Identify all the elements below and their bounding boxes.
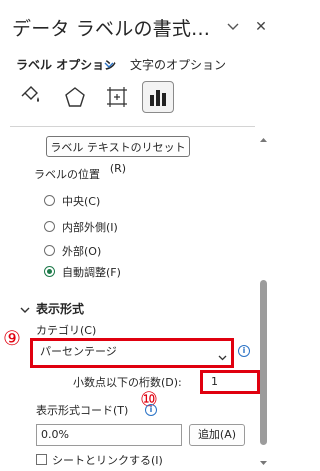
tab-label-options-chevron-icon[interactable] [104, 58, 114, 72]
radio-outside-end-label: 外部(O) [62, 245, 102, 258]
select-chevron-icon[interactable] [218, 350, 227, 364]
link-to-source-checkbox[interactable] [36, 454, 47, 465]
format-code-value: 0.0% [41, 428, 69, 441]
reset-label-text-button[interactable]: ラベル テキストのリセット(R) [46, 136, 190, 175]
format-code-input[interactable]: 0.0% [36, 424, 182, 446]
info-icon[interactable]: i [238, 345, 250, 357]
annotation-nine: ⑨ [3, 326, 21, 350]
separator [10, 126, 255, 127]
label-position-heading: ラベルの位置 [34, 168, 100, 181]
panel-title: データ ラベルの書式… [12, 18, 211, 40]
radio-inside-end-label: 内部外側(I) [62, 221, 118, 234]
size-properties-icon[interactable] [102, 82, 132, 112]
scroll-down-icon[interactable] [259, 455, 268, 469]
bar-chart-icon[interactable] [142, 81, 174, 113]
category-select[interactable]: パーセンテージ [36, 341, 232, 365]
radio-inside-end[interactable] [44, 221, 55, 232]
radio-best-fit-label: 自動調整(F) [62, 266, 121, 279]
decimal-places-value: 1 [211, 375, 218, 388]
scroll-up-icon[interactable] [259, 132, 268, 146]
decimal-places-label: 小数点以下の桁数(D): [73, 376, 182, 389]
fill-line-icon[interactable] [16, 82, 46, 112]
effects-pentagon-icon[interactable] [60, 82, 90, 112]
add-button[interactable]: 追加(A) [189, 424, 245, 446]
radio-center[interactable] [44, 195, 55, 206]
format-code-label: 表示形式コード(T) [36, 404, 129, 417]
category-select-value: パーセンテージ [40, 345, 117, 358]
close-icon: ✕ [255, 19, 267, 35]
close-button[interactable]: ✕ [250, 16, 272, 38]
category-label: カテゴリ(C) [36, 324, 97, 337]
number-format-heading[interactable]: 表示形式 [36, 300, 84, 317]
radio-outside-end[interactable] [44, 245, 55, 256]
format-code-info-icon[interactable]: i [145, 404, 157, 416]
tab-label-options[interactable]: ラベル オプション [16, 56, 116, 73]
decimal-places-input[interactable]: 1 [200, 370, 260, 394]
link-to-source-label: シートとリンクする(I) [52, 454, 163, 467]
radio-center-label: 中央(C) [62, 195, 101, 208]
collapse-chevron-icon[interactable] [20, 303, 30, 317]
radio-best-fit[interactable] [44, 266, 55, 277]
chevron-down-icon[interactable] [222, 16, 244, 38]
scrollbar-thumb[interactable] [260, 280, 267, 445]
tab-text-options[interactable]: 文字のオプション [130, 56, 226, 73]
